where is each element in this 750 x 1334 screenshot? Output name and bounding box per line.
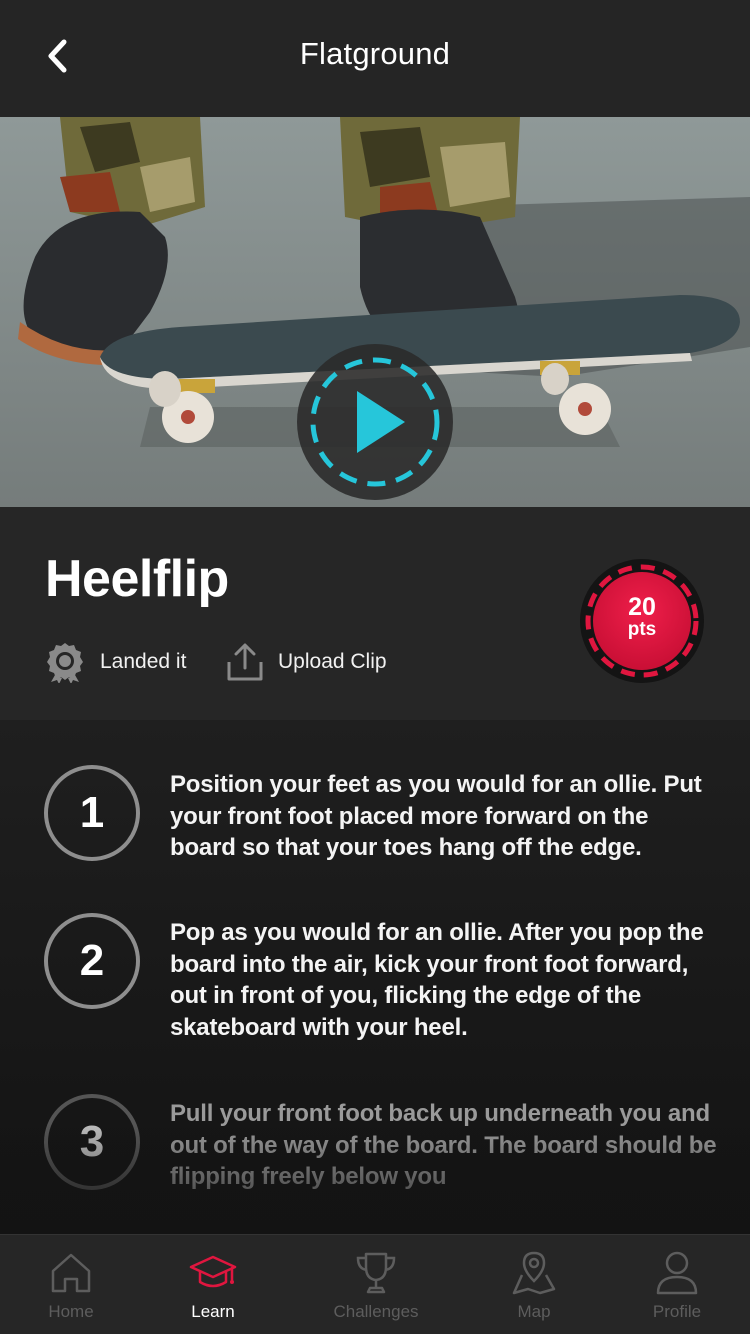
tab-map[interactable]: Map bbox=[464, 1235, 604, 1334]
tab-map-label: Map bbox=[517, 1302, 551, 1321]
upload-clip-button[interactable]: Upload Clip bbox=[226, 640, 387, 684]
landed-it-button[interactable]: Landed it bbox=[44, 640, 186, 684]
profile-icon bbox=[656, 1251, 698, 1295]
step-number-badge: 3 bbox=[44, 1094, 140, 1190]
trick-title: Heelflip bbox=[45, 550, 229, 608]
trophy-icon bbox=[356, 1252, 396, 1294]
step-number-badge: 2 bbox=[44, 913, 140, 1009]
step-text: Position your feet as you would for an o… bbox=[170, 771, 702, 861]
steps-list[interactable]: 1 Position your feet as you would for an… bbox=[0, 720, 750, 1234]
play-icon bbox=[297, 344, 453, 500]
home-icon bbox=[51, 1253, 91, 1293]
top-navigation-bar: Flatground bbox=[0, 0, 750, 117]
map-icon bbox=[512, 1251, 556, 1295]
upload-clip-label: Upload Clip bbox=[278, 650, 387, 673]
landed-it-label: Landed it bbox=[100, 650, 187, 673]
video-player[interactable] bbox=[0, 117, 750, 507]
bottom-tab-bar: Home Learn Challenges Map Profile bbox=[0, 1234, 750, 1334]
trick-info-panel: Heelflip Landed it Upload Clip 20 pts bbox=[0, 507, 750, 720]
step-text: Pop as you would for an ollie. After you… bbox=[170, 919, 704, 1041]
step-number-badge: 1 bbox=[44, 765, 140, 861]
points-badge: 20 pts bbox=[580, 559, 704, 683]
tab-profile[interactable]: Profile bbox=[607, 1235, 747, 1334]
tab-home[interactable]: Home bbox=[1, 1235, 141, 1334]
tab-challenges[interactable]: Challenges bbox=[306, 1235, 446, 1334]
tab-learn-label: Learn bbox=[191, 1302, 235, 1321]
tab-challenges-label: Challenges bbox=[333, 1302, 419, 1321]
tab-learn[interactable]: Learn bbox=[143, 1235, 283, 1334]
play-button[interactable] bbox=[297, 344, 453, 500]
tab-profile-label: Profile bbox=[652, 1302, 702, 1321]
points-unit: pts bbox=[627, 619, 657, 640]
graduation-cap-icon bbox=[189, 1255, 237, 1288]
points-value: 20 bbox=[628, 593, 656, 621]
page-title: Flatground bbox=[299, 36, 451, 71]
upload-icon bbox=[227, 643, 263, 681]
badge-icon bbox=[47, 643, 83, 683]
tab-home-label: Home bbox=[48, 1302, 94, 1321]
step-text: Pull your front foot back up underneath … bbox=[170, 1100, 717, 1190]
